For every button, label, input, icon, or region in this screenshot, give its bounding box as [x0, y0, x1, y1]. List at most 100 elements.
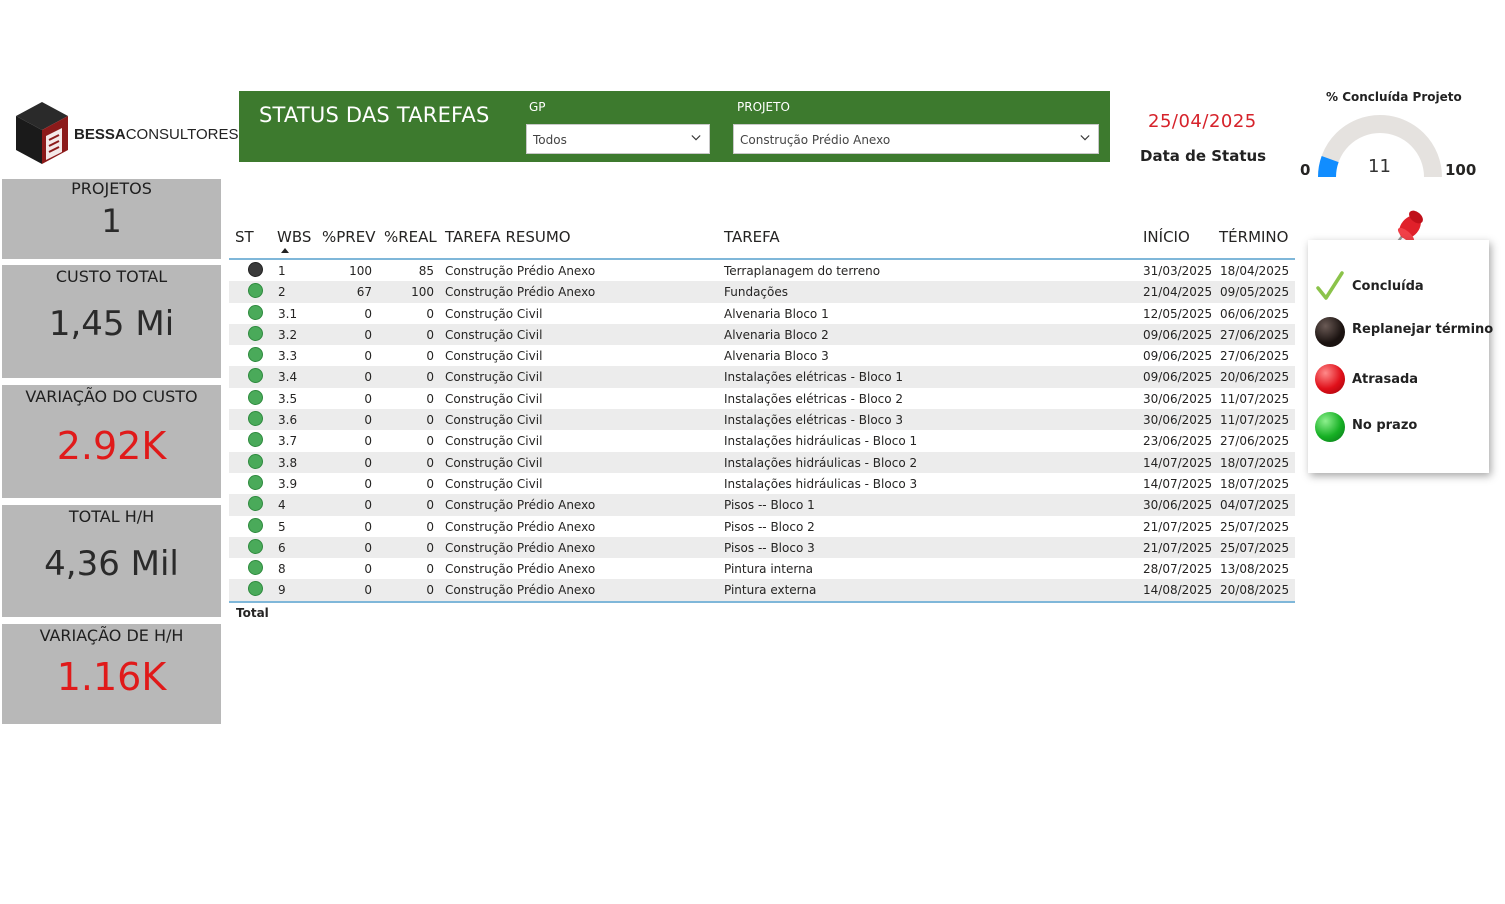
table-row[interactable]: 2 67 100 Construção Prédio Anexo Fundações 21…	[229, 281, 1295, 303]
cell-inicio: 14/07/2025	[1143, 476, 1213, 491]
status-legend: Concluída Replanejar término Atrasada No…	[1308, 240, 1493, 473]
col-header-termino[interactable]: TÉRMINO	[1219, 228, 1288, 246]
cell-inicio: 21/04/2025	[1143, 285, 1213, 300]
cell-tarefa-resumo: Construção Prédio Anexo	[445, 264, 596, 278]
cell-prev: 0	[364, 583, 372, 598]
cell-wbs: 3.4	[278, 370, 298, 385]
cell-prev: 0	[364, 540, 372, 555]
cube-logo-icon	[16, 102, 68, 164]
cell-termino: 18/07/2025	[1220, 455, 1290, 470]
green-status-dot-icon	[248, 496, 263, 512]
kpi-projetos-card: PROJETOS 1	[2, 179, 221, 259]
company-logo: BESSACONSULTORES	[14, 100, 239, 166]
cell-prev: 0	[364, 391, 372, 406]
table-row[interactable]: 1 100 85 Construção Prédio Anexo Terraplanag…	[229, 260, 1295, 281]
green-status-dot-icon	[248, 538, 263, 554]
cell-real: 0	[426, 540, 434, 555]
cell-prev: 67	[356, 285, 372, 300]
kpi-label: CUSTO TOTAL	[55, 267, 168, 286]
col-header-tarefa-resumo[interactable]: TAREFA RESUMO	[445, 228, 571, 246]
cell-prev: 100	[349, 264, 372, 278]
cell-termino: 18/07/2025	[1220, 476, 1290, 491]
cell-inicio: 21/07/2025	[1143, 519, 1213, 534]
legend-item-no-prazo: No prazo	[1313, 411, 1489, 445]
table-row[interactable]: 3.1 0 0 Construção Civil Alvenaria Bloco 1 12…	[229, 303, 1295, 324]
table-row[interactable]: 3.8 0 0 Construção Civil Instalações hidrául…	[229, 451, 1295, 473]
cell-tarefa: Alvenaria Bloco 3	[724, 349, 829, 364]
cell-tarefa: Instalações hidráulicas - Bloco 1	[724, 434, 918, 449]
table-row[interactable]: 3.3 0 0 Construção Civil Alvenaria Bloco 3 09…	[229, 345, 1295, 366]
gp-slicer-dropdown[interactable]: Todos	[526, 124, 710, 154]
projeto-slicer-dropdown[interactable]: Construção Prédio Anexo	[733, 124, 1099, 154]
gauge-fill	[1318, 156, 1339, 178]
cell-tarefa-resumo: Construção Prédio Anexo	[445, 285, 596, 300]
col-header-st[interactable]: ST	[235, 228, 254, 246]
cell-tarefa: Terraplanagem do terreno	[724, 264, 881, 278]
table-row[interactable]: 3.5 0 0 Construção Civil Instalações elétric…	[229, 388, 1295, 409]
table-row[interactable]: 3.7 0 0 Construção Civil Instalações hidrául…	[229, 430, 1295, 451]
cell-real: 0	[426, 327, 434, 342]
green-status-dot-icon	[248, 581, 263, 597]
cell-prev: 0	[364, 498, 372, 513]
page-title: STATUS DAS TAREFAS	[259, 103, 490, 127]
cell-tarefa-resumo: Construção Prédio Anexo	[445, 540, 596, 555]
projeto-slicer-label: PROJETO	[737, 100, 790, 114]
legend-label: No prazo	[1352, 418, 1418, 433]
table-row[interactable]: 8 0 0 Construção Prédio Anexo Pintura intern…	[229, 558, 1295, 579]
sort-ascending-icon	[281, 248, 289, 253]
cell-termino: 27/06/2025	[1220, 327, 1290, 342]
cell-real: 0	[426, 583, 434, 598]
green-status-dot-icon	[248, 304, 263, 320]
cell-termino: 06/06/2025	[1220, 306, 1290, 321]
cell-termino: 04/07/2025	[1220, 498, 1290, 513]
cell-wbs: 3.6	[278, 413, 298, 428]
cell-inicio: 30/06/2025	[1143, 413, 1213, 428]
table-row[interactable]: 9 0 0 Construção Prédio Anexo Pintura extern…	[229, 579, 1295, 601]
table-row[interactable]: 3.2 0 0 Construção Civil Alvenaria Bloco 2 09…	[229, 323, 1295, 346]
col-header-wbs[interactable]: WBS	[277, 228, 311, 246]
green-status-dot-icon	[248, 432, 263, 448]
table-row[interactable]: 4 0 0 Construção Prédio Anexo Pisos -- Bloco…	[229, 494, 1295, 516]
table-row[interactable]: 3.9 0 0 Construção Civil Instalações hidrául…	[229, 473, 1295, 494]
legend-item-concluida: Concluída	[1313, 270, 1489, 304]
kpi-variacao-custo-card: VARIAÇÃO DO CUSTO 2.92K	[2, 385, 221, 498]
projeto-slicer-value: Construção Prédio Anexo	[740, 133, 891, 147]
cell-tarefa: Pintura interna	[724, 562, 814, 577]
col-header-prev[interactable]: %PREV	[322, 228, 375, 246]
kpi-label: PROJETOS	[71, 179, 152, 198]
table-row[interactable]: 6 0 0 Construção Prédio Anexo Pisos -- Bloco…	[229, 536, 1295, 559]
cell-real: 0	[426, 349, 434, 364]
cell-inicio: 14/07/2025	[1143, 455, 1213, 470]
legend-label: Concluída	[1352, 279, 1424, 294]
cell-tarefa: Instalações elétricas - Bloco 2	[724, 391, 904, 406]
cell-tarefa-resumo: Construção Civil	[445, 370, 543, 385]
col-header-real[interactable]: %REAL	[384, 228, 437, 246]
cell-inicio: 31/03/2025	[1143, 264, 1213, 278]
cell-tarefa: Instalações elétricas - Bloco 3	[724, 413, 904, 428]
table-row[interactable]: 5 0 0 Construção Prédio Anexo Pisos -- Bloco…	[229, 516, 1295, 537]
cell-real: 0	[426, 476, 434, 491]
cell-wbs: 3.1	[278, 306, 298, 321]
cell-wbs: 2	[278, 285, 286, 300]
col-header-inicio[interactable]: INÍCIO	[1143, 228, 1190, 246]
legend-label: Replanejar término	[1352, 322, 1494, 337]
cell-wbs: 9	[278, 583, 286, 598]
col-header-tarefa[interactable]: TAREFA	[724, 228, 780, 246]
cell-wbs: 3.9	[278, 476, 298, 491]
table-header: ST WBS %PREV %REAL TAREFA RESUMO TAREFA …	[229, 224, 1295, 260]
cell-termino: 20/08/2025	[1220, 583, 1290, 598]
table-footer: Total	[229, 600, 1295, 623]
kpi-value: 1,45 Mi	[48, 304, 175, 344]
table-row[interactable]: 3.4 0 0 Construção Civil Instalações elétric…	[229, 366, 1295, 388]
cell-inicio: 30/06/2025	[1143, 498, 1213, 513]
status-date-value: 25/04/2025	[1148, 111, 1257, 132]
cell-termino: 13/08/2025	[1220, 562, 1290, 577]
cell-termino: 27/06/2025	[1220, 349, 1290, 364]
cell-inicio: 23/06/2025	[1143, 434, 1213, 449]
table-row[interactable]: 3.6 0 0 Construção Civil Instalações elétric…	[229, 409, 1295, 431]
green-status-dot-icon	[248, 389, 263, 405]
cell-tarefa-resumo: Construção Civil	[445, 413, 543, 428]
cell-prev: 0	[364, 455, 372, 470]
chevron-down-icon	[691, 135, 701, 141]
cell-real: 0	[426, 455, 434, 470]
